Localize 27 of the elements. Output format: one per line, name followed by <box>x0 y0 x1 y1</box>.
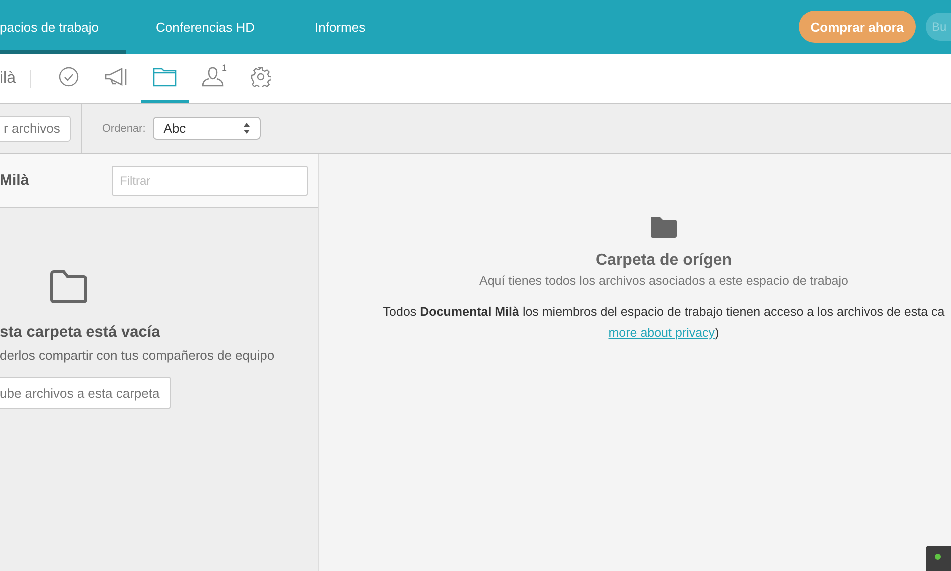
folder-icon <box>651 216 677 238</box>
upload-button[interactable]: r archivos <box>0 116 72 142</box>
status-dot-icon <box>935 554 941 560</box>
folder-description: Aquí tienes todos los archivos asociados a este espacio de trabajo <box>480 274 848 288</box>
workspace-name: ilà <box>0 70 16 88</box>
settings-icon <box>251 67 272 87</box>
user-icon <box>202 67 224 87</box>
member-count-label: 1 <box>222 63 228 73</box>
empty-text: derlos compartir con tus compañeros de equipo <box>0 348 275 363</box>
folder-icon <box>153 67 178 87</box>
empty-title: sta carpeta está vacía <box>0 324 160 342</box>
folder-heading: Carpeta de orígen <box>596 252 732 270</box>
sort-label: Ordenar: <box>102 122 146 134</box>
nav-tab[interactable]: Conferencias HD <box>126 0 285 54</box>
check-circle-icon <box>59 67 80 87</box>
upload-button[interactable]: ube archivos a esta carpeta <box>0 377 171 409</box>
folder-icon <box>50 270 90 304</box>
sort-select[interactable]: Abc <box>152 117 261 140</box>
user-tab[interactable]: 1 <box>189 54 238 103</box>
privacy-link[interactable]: more about privacy <box>608 326 716 340</box>
filter-field[interactable]: Filtrar <box>112 166 308 196</box>
nav-tab[interactable]: Informes <box>285 0 396 54</box>
megaphone-icon <box>105 68 130 86</box>
buy-button[interactable]: Comprar ahora <box>798 11 916 43</box>
folder-title: Milà <box>0 172 30 189</box>
updown-arrows-icon <box>244 123 250 134</box>
privacy-note: Todos Documental Milà los miembros del espacio de trabajo tienen acceso a los archivos de esta ca more about privacy) <box>383 304 945 342</box>
